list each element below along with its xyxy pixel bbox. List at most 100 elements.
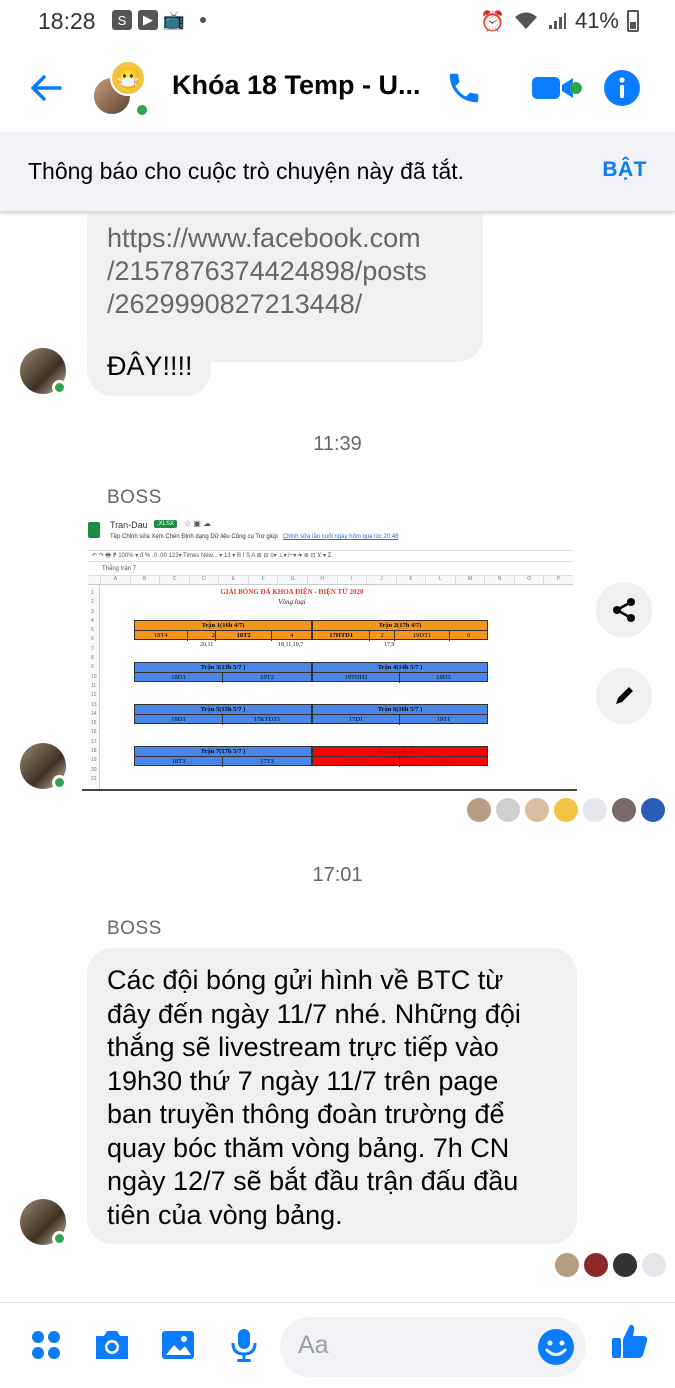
sheet-subtitle: Vòng loại — [278, 598, 306, 606]
group-avatar[interactable]: 😷 — [90, 60, 150, 120]
sender-name: BOSS — [107, 918, 162, 939]
read-receipt-avatar — [583, 1252, 609, 1278]
link-line-2: /2157876374424898/posts — [107, 256, 427, 286]
read-receipt-avatar — [611, 797, 637, 823]
edit-button[interactable] — [596, 668, 652, 724]
tv-icon: 📺 — [162, 9, 186, 30]
camera-button[interactable] — [92, 1325, 132, 1365]
sheet-title: GIẢI BÓNG ĐÁ KHOA ĐIỆN - ĐIỆN TỬ 2020 — [220, 588, 364, 596]
read-receipt-avatar — [553, 797, 579, 823]
match-8: Trận 8(13h 11/7) 19TDH1 19D2 — [312, 746, 488, 767]
match-4: Trận 4(14h 5/7 ) 19TDH2 18D3 — [312, 662, 488, 683]
video-camera-icon — [532, 77, 573, 99]
column-header-cell: N — [484, 576, 514, 584]
sender-name: BOSS — [107, 487, 162, 508]
column-header-cell: C — [159, 576, 189, 584]
back-arrow-icon[interactable] — [26, 68, 66, 108]
message-text: Các đội bóng gửi hình về BTC từ đây đến … — [107, 965, 521, 1230]
column-header-cell: E — [218, 576, 248, 584]
online-indicator — [52, 1231, 67, 1246]
column-header-cell: L — [425, 576, 455, 584]
read-receipt-avatar — [612, 1252, 638, 1278]
voice-record-button[interactable] — [224, 1325, 264, 1365]
battery-icon — [627, 10, 639, 32]
sheet-menu: Tệp Chỉnh sửa Xem Chèn Định dạng Dữ liệu… — [110, 534, 399, 540]
read-receipt-avatar — [582, 797, 608, 823]
status-time: 18:28 — [38, 8, 96, 34]
scorers-m1-right: 18,11,10,7 — [278, 642, 304, 648]
spreadsheet-image[interactable]: Tran-Dau .XLSX ☆ ▣ ☁ Tệp Chỉnh sửa Xem C… — [82, 516, 577, 791]
notification-icons: S ▶ 📺 — [112, 10, 206, 30]
timestamp: 11:39 — [313, 433, 362, 455]
match-5: Trận 5(15h 5/7 ) 19D1 17KTDT1 — [134, 704, 312, 725]
thumbs-up-icon — [612, 1324, 648, 1358]
like-button[interactable] — [610, 1321, 650, 1361]
notice-overlay: Thông báo cho cuộc trò chuyện này đã tắt… — [0, 132, 675, 212]
pencil-icon — [616, 687, 633, 704]
scorers-m1-left: 20,11 — [200, 642, 214, 648]
unmute-button-overlay[interactable]: BẬT — [602, 158, 647, 182]
column-header-cell: F — [247, 576, 278, 584]
column-header-cell: P — [543, 576, 573, 584]
youtube-icon: ▶ — [138, 10, 158, 30]
sheet-header: Tran-Dau .XLSX ☆ ▣ ☁ Tệp Chỉnh sửa Xem C… — [82, 516, 577, 566]
read-receipt-avatar — [495, 797, 521, 823]
match-6: Trận 6(16h 5/7 ) 17D1 19T1 — [312, 704, 488, 725]
chat-title[interactable]: Khóa 18 Temp - U... — [172, 70, 421, 101]
status-bar: 18:28 S ▶ 📺 ⏰ 41% — [0, 0, 675, 44]
gallery-button[interactable] — [158, 1325, 198, 1365]
microphone-icon — [231, 1329, 257, 1362]
online-indicator — [134, 102, 150, 118]
share-button[interactable] — [596, 582, 652, 638]
emoji-button[interactable] — [536, 1327, 576, 1367]
more-actions-button[interactable] — [26, 1325, 66, 1365]
message-composer: Aa — [0, 1302, 675, 1388]
message-input[interactable]: Aa — [280, 1317, 586, 1377]
read-receipt-avatar — [524, 797, 550, 823]
message-bubble-day[interactable]: ĐÂY!!!! — [87, 338, 211, 396]
chat-header: 😷 Khóa 18 Temp - U... — [0, 44, 675, 132]
link-line-1: https://www.facebook.com — [107, 223, 421, 253]
column-header-cell: H — [306, 576, 337, 584]
column-header-cell: O — [513, 576, 544, 584]
link-message-bubble[interactable]: https://www.facebook.com /21578763744248… — [87, 190, 483, 362]
message-input-placeholder: Aa — [298, 1331, 329, 1359]
scorers-m2: 17,9 — [384, 642, 395, 648]
column-header-cell: A — [100, 576, 130, 584]
column-header-cell: G — [277, 576, 307, 584]
video-active-dot — [570, 82, 582, 94]
wifi-icon — [514, 12, 537, 29]
emoji-icon — [538, 1329, 574, 1365]
sheets-icon — [88, 522, 100, 538]
info-icon — [604, 70, 640, 106]
match-2: Trận 2(17h 4/7) 17HTD1 2 19DT1 0 — [312, 620, 488, 641]
star-icon: ☆ ▣ ☁ — [184, 519, 212, 528]
share-icon — [613, 598, 635, 622]
read-receipt-avatar — [641, 1252, 667, 1278]
online-indicator — [52, 380, 67, 395]
image-icon — [162, 1331, 194, 1359]
status-right: ⏰ 41% — [480, 8, 639, 34]
signal-icon — [548, 13, 566, 29]
avatar-member-2: 😷 — [110, 60, 146, 96]
more-notifications-icon — [200, 17, 206, 23]
voice-call-button[interactable] — [440, 64, 488, 112]
last-edit-link: Chỉnh sửa lần cuối ngày hôm qua lúc 20:4… — [282, 534, 399, 540]
read-receipt-avatar — [640, 797, 666, 823]
match-7: Trận 7(17h 5/7 ) 18T3 17T3 — [134, 746, 312, 767]
read-receipt-avatar — [554, 1252, 580, 1278]
read-receipt-avatar — [466, 797, 492, 823]
message-bubble-long[interactable]: Các đội bóng gửi hình về BTC từ đây đến … — [87, 948, 577, 1244]
camera-icon — [96, 1331, 128, 1359]
column-headers: ABCDEFGHIJKLMNOP — [88, 576, 573, 585]
column-header-cell: K — [395, 576, 426, 584]
column-header-cell: I — [336, 576, 367, 584]
phone-icon — [449, 73, 479, 103]
match-3: Trận 3(13h 5/7 ) 18D1 19T2 — [134, 662, 312, 683]
video-call-button[interactable] — [522, 64, 584, 112]
sheet-file-name: Tran-Dau — [110, 520, 148, 530]
sheet-file-badge: .XLSX — [154, 520, 178, 528]
info-button[interactable] — [598, 64, 646, 112]
timestamp: 17:01 — [312, 864, 363, 886]
column-header-cell: M — [454, 576, 485, 584]
